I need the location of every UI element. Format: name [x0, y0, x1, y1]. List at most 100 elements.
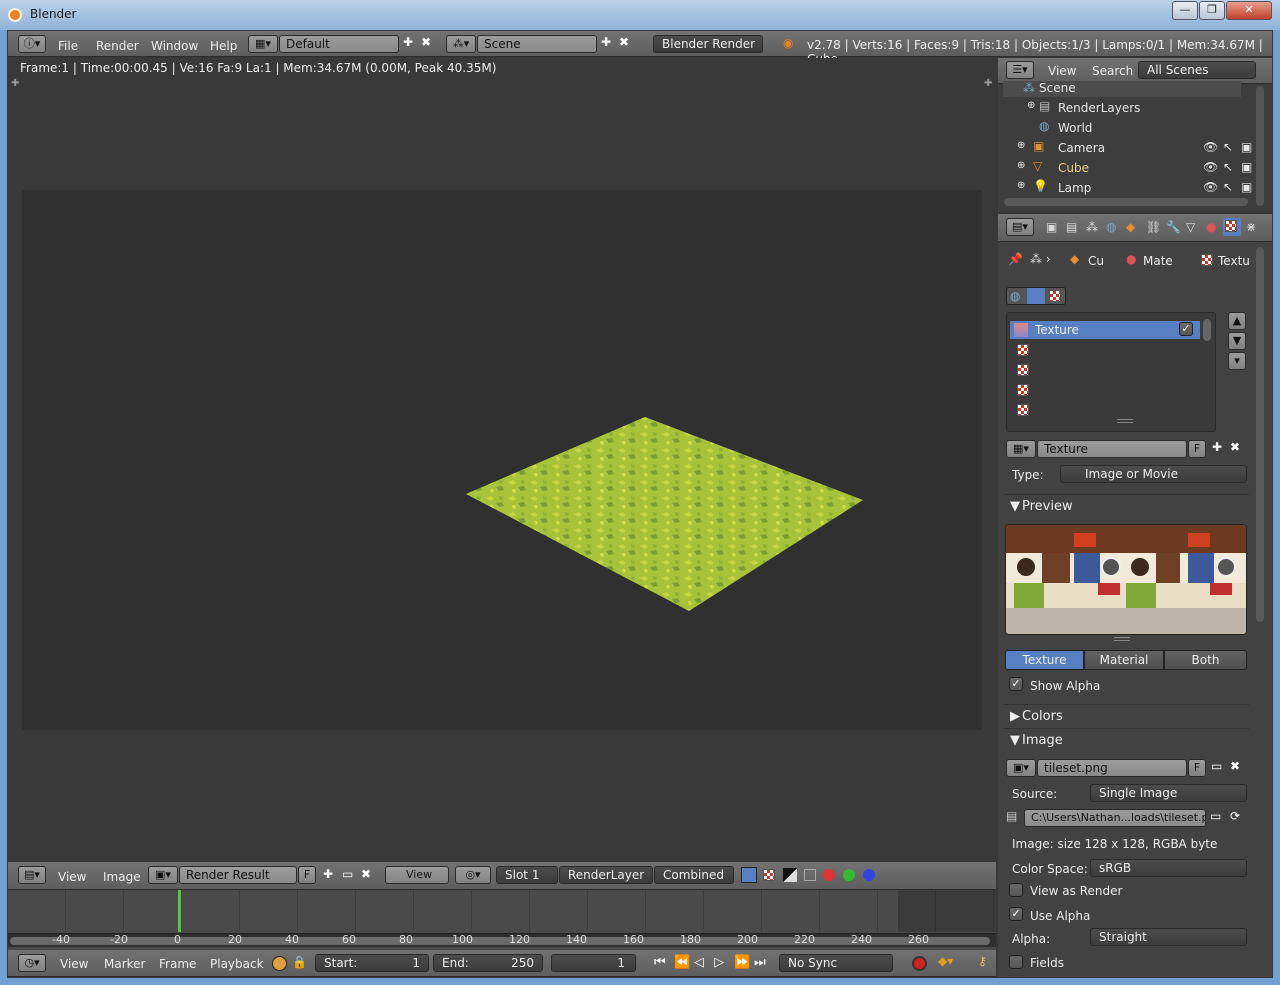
- remove-layout-icon[interactable]: ✖: [421, 35, 431, 49]
- image-filepath-field[interactable]: C:\Users\Nathan...loads\tileset.png: [1024, 809, 1206, 827]
- editor-type-properties-icon[interactable]: ▤▾: [1006, 218, 1034, 236]
- lock-icon[interactable]: 🔒: [292, 955, 307, 969]
- breadcrumb-object[interactable]: Cu: [1088, 254, 1104, 268]
- select-cursor-icon[interactable]: ↖: [1223, 180, 1233, 194]
- render-layer-select[interactable]: RenderLayer: [559, 866, 653, 884]
- outliner-menu-search[interactable]: Search: [1092, 64, 1133, 78]
- show-alpha-checkbox[interactable]: ✓: [1009, 677, 1023, 691]
- data-tab-icon[interactable]: ▽: [1186, 220, 1195, 234]
- outliner-display-select[interactable]: All Scenes: [1138, 61, 1256, 79]
- image-name-field[interactable]: Render Result: [179, 866, 297, 884]
- scene-field[interactable]: Scene: [477, 35, 597, 53]
- area-split-icon-right[interactable]: ✚: [984, 78, 992, 89]
- renderlayers-tab-icon[interactable]: ▤: [1066, 220, 1077, 234]
- render-camera-icon[interactable]: ▣: [1241, 160, 1252, 174]
- world-tab-icon[interactable]: ◍: [1106, 220, 1116, 234]
- draw-alpha-icon[interactable]: [763, 869, 775, 881]
- start-frame-field[interactable]: Start: 1: [315, 954, 429, 972]
- menu-file[interactable]: File: [58, 39, 78, 53]
- expand-icon[interactable]: ⊕: [1017, 140, 1025, 151]
- outliner-row-scene[interactable]: ⁂ Scene: [1003, 81, 1241, 97]
- list-resize-grip-icon[interactable]: [1117, 419, 1133, 423]
- select-cursor-icon[interactable]: ↖: [1223, 140, 1233, 154]
- slot-select[interactable]: Slot 1: [496, 866, 558, 884]
- empty-slot-icon[interactable]: [1017, 384, 1029, 396]
- outliner-row-cube[interactable]: ⊕ ▽ Cube 👁 ↖ ▣: [1003, 157, 1253, 177]
- expand-icon[interactable]: ⊕: [1017, 160, 1025, 171]
- scene-icon[interactable]: ⁂▾: [446, 35, 476, 53]
- outliner-row-renderlayers[interactable]: ⊕ ▤ RenderLayers: [1003, 97, 1241, 117]
- open-image-icon[interactable]: ▭: [1211, 759, 1222, 773]
- preview-panel-header[interactable]: ▼ Preview: [1004, 494, 1249, 516]
- properties-vscroll[interactable]: [1256, 247, 1264, 622]
- green-channel-icon[interactable]: [843, 869, 855, 881]
- remove-scene-icon[interactable]: ✖: [619, 35, 629, 49]
- outliner-vscroll[interactable]: [1256, 86, 1264, 206]
- layout-field[interactable]: Default: [279, 35, 399, 53]
- material-tab-icon[interactable]: ●: [1206, 220, 1216, 234]
- render-pass-select[interactable]: Combined: [654, 866, 734, 884]
- breadcrumb-material[interactable]: Mate: [1143, 254, 1173, 268]
- visibility-eye-icon[interactable]: 👁: [1203, 160, 1218, 174]
- editor-type-timeline-icon[interactable]: ◷▾: [18, 954, 46, 972]
- keying-set-icon[interactable]: ◆▾: [938, 954, 953, 968]
- texture-slot-selected[interactable]: Texture ✓: [1010, 321, 1200, 339]
- open-image-icon[interactable]: ▭: [342, 867, 353, 881]
- draw-zbuffer-icon[interactable]: [783, 868, 797, 882]
- add-layout-icon[interactable]: ✚: [403, 35, 413, 49]
- packed-file-icon[interactable]: ▤: [1006, 809, 1026, 827]
- unlink-texture-icon[interactable]: ✖: [1230, 440, 1240, 454]
- sync-mode-select[interactable]: No Sync: [779, 954, 893, 972]
- expand-icon[interactable]: ⊕: [1017, 180, 1025, 191]
- timeline-track[interactable]: [8, 890, 996, 932]
- preview-range-icon[interactable]: [272, 956, 287, 971]
- image-browse-icon[interactable]: ▣▾: [1006, 759, 1036, 777]
- add-scene-icon[interactable]: ✚: [601, 35, 611, 49]
- jump-end-icon[interactable]: ⏭: [754, 955, 766, 970]
- visibility-eye-icon[interactable]: 👁: [1203, 180, 1218, 194]
- jump-prev-key-icon[interactable]: ⏪: [674, 955, 690, 970]
- move-slot-down-button[interactable]: ▼: [1228, 332, 1246, 350]
- outliner-row-world[interactable]: ◍ World: [1003, 117, 1241, 137]
- minimize-button[interactable]: —: [1172, 1, 1198, 20]
- texture-slot-list[interactable]: Texture ✓: [1006, 312, 1216, 432]
- editor-type-image-icon[interactable]: ▤▾: [18, 866, 46, 884]
- move-slot-up-button[interactable]: ▲: [1228, 312, 1246, 330]
- outliner-tree[interactable]: ⁂ Scene ⊕ ▤ RenderLayers ◍ World ⊕ ▣ Cam…: [998, 81, 1272, 212]
- other-texture-icon[interactable]: [1049, 290, 1061, 302]
- object-tab-icon[interactable]: ◆: [1126, 220, 1135, 234]
- empty-slot-icon[interactable]: [1017, 344, 1029, 356]
- editor-type-info-icon[interactable]: ⓘ▾: [18, 35, 46, 53]
- slot-list-scrollbar[interactable]: [1203, 319, 1211, 341]
- play-icon[interactable]: ▷: [714, 955, 724, 970]
- use-alpha-checkbox[interactable]: ✓: [1009, 907, 1023, 921]
- texture-browse-icon[interactable]: ▦▾: [1006, 440, 1036, 458]
- blue-channel-icon[interactable]: [863, 869, 875, 881]
- fields-checkbox[interactable]: [1009, 955, 1023, 969]
- world-texture-icon[interactable]: ◍: [1010, 289, 1020, 303]
- slot-specials-button[interactable]: ▾: [1228, 352, 1246, 370]
- render-camera-icon[interactable]: ▣: [1241, 180, 1252, 194]
- render-engine-select[interactable]: Blender Render: [653, 35, 763, 53]
- empty-slot-icon[interactable]: [1017, 404, 1029, 416]
- pin-icon[interactable]: 📌: [1008, 252, 1023, 266]
- browse-file-icon[interactable]: ▭: [1210, 809, 1221, 823]
- select-cursor-icon[interactable]: ↖: [1223, 160, 1233, 174]
- image-browse-icon[interactable]: ▣▾: [148, 866, 178, 884]
- texture-tab-active[interactable]: [1223, 218, 1241, 236]
- draw-color-icon[interactable]: [804, 869, 816, 881]
- constraints-tab-icon[interactable]: ⛓: [1146, 220, 1161, 234]
- image-menu-image[interactable]: Image: [103, 870, 141, 884]
- menu-render[interactable]: Render: [96, 39, 139, 53]
- pivot-icon[interactable]: ◎▾: [455, 866, 491, 884]
- preview-resize-grip-icon[interactable]: [1114, 637, 1130, 641]
- view-mode-select[interactable]: View: [385, 866, 449, 884]
- expand-icon[interactable]: ⊕: [1027, 100, 1035, 111]
- render-camera-icon[interactable]: ▣: [1241, 140, 1252, 154]
- new-texture-icon[interactable]: ✚: [1212, 440, 1222, 454]
- image-source-select[interactable]: Single Image: [1090, 784, 1247, 802]
- current-frame-marker[interactable]: [177, 890, 181, 932]
- end-frame-field[interactable]: End: 250: [433, 954, 543, 972]
- timeline-menu-playback[interactable]: Playback: [210, 957, 264, 971]
- render-tab-icon[interactable]: ▣: [1046, 220, 1057, 234]
